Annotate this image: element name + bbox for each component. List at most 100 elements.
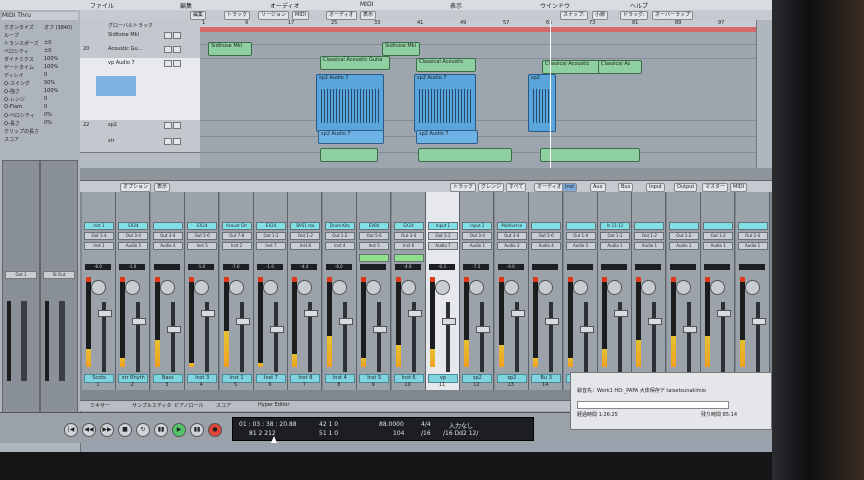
strip-audio-slot[interactable]: Audio 5 [565, 242, 596, 250]
channel-strip[interactable]: Out 1-2Audio 1Bu 617 [632, 192, 667, 390]
pan-knob[interactable] [194, 280, 210, 295]
track-mute-button[interactable] [164, 32, 172, 39]
param-value[interactable]: ±0 [44, 48, 51, 54]
pan-knob[interactable] [331, 280, 347, 295]
param-value[interactable]: 0% [44, 120, 52, 126]
param-value[interactable]: オフ (3840) [44, 24, 72, 31]
pan-knob[interactable] [710, 280, 726, 295]
channel-strip[interactable]: EVB4 Out 5-6 Inst 5 Inst 59 [357, 192, 392, 390]
inspector-param[interactable]: Q-Flam 0 [4, 104, 47, 110]
param-value[interactable]: 100% [44, 56, 58, 62]
strip-out-slot[interactable]: Out 3-4 [118, 232, 149, 240]
mixer-filter-button[interactable]: グレンジ [478, 183, 505, 192]
inspector-param[interactable]: Q-長さ 0% [4, 120, 52, 127]
pan-knob[interactable] [572, 280, 588, 295]
strip-io-slot[interactable]: Acoust Gtr [221, 222, 252, 230]
channel-strip[interactable]: Multiverse Out 3-4 Audio 3 -0.0 sp2 13 [494, 192, 529, 390]
pan-knob[interactable] [469, 280, 485, 295]
strip-audio-slot[interactable]: Audio 1 [703, 242, 734, 250]
volume-fader-track[interactable] [170, 302, 175, 372]
track-name[interactable]: vp Audio 7 [108, 60, 135, 66]
volume-fader-handle[interactable] [545, 318, 560, 325]
inspector-param[interactable]: トランスポーズ ±0 [4, 40, 51, 47]
strip-out-slot[interactable]: Out 1-4 [737, 232, 768, 240]
arrange-menu-button[interactable]: リージョン [258, 11, 289, 20]
fast-forward-button[interactable]: ▶▶ [100, 423, 114, 437]
strip-audio-slot[interactable]: Audio 1 [737, 242, 768, 250]
pan-knob[interactable] [125, 280, 141, 295]
param-value[interactable]: 0% [44, 112, 52, 118]
menu-item[interactable]: MIDI [360, 1, 373, 8]
inspector-param[interactable]: スコア [4, 136, 19, 143]
region[interactable]: sp2 [528, 74, 556, 132]
track-solo-button[interactable] [173, 60, 181, 67]
pan-knob[interactable] [435, 280, 450, 295]
volume-fader-track[interactable] [342, 302, 347, 372]
snap-select[interactable]: 小節 [592, 11, 609, 20]
pane-divider[interactable] [80, 168, 772, 180]
strip-io-slot[interactable]: Input 1 [428, 222, 458, 230]
strip-audio-slot[interactable]: Audio 1 [600, 242, 630, 250]
mixer-filter-button[interactable]: Aux [590, 183, 606, 192]
volume-fader-handle[interactable] [166, 326, 181, 333]
channel-strip[interactable]: Out 1-4Audio 5Bu 415 [563, 192, 598, 390]
track-solo-button[interactable] [173, 122, 181, 129]
volume-fader-track[interactable] [652, 302, 657, 372]
track-header[interactable]: vp Audio 7 [80, 58, 200, 121]
strip-io-slot[interactable]: BVS1 mo [290, 222, 321, 230]
strip-audio-slot[interactable]: Inst 2 [221, 242, 252, 250]
mixer-filter-button[interactable]: オーディオ [534, 183, 565, 192]
menu-item[interactable]: ファイル [90, 1, 114, 10]
arrange-menu-button[interactable]: トラック [224, 11, 251, 20]
strip-out-slot[interactable]: Out 3-4 [393, 232, 424, 240]
track-mute-button[interactable] [164, 122, 172, 129]
volume-fader-track[interactable] [446, 302, 450, 372]
region[interactable]: Siditsise Mkl [382, 42, 420, 56]
volume-fader-handle[interactable] [201, 310, 216, 317]
mixer-filter-button[interactable]: Inst [562, 183, 578, 192]
track-lane[interactable] [200, 58, 756, 121]
region[interactable]: Siditsise Mkl [208, 42, 252, 56]
mixer-filter-button[interactable]: Bus [618, 183, 634, 192]
strip-io-slot[interactable] [565, 222, 596, 230]
channel-strip[interactable]: BVS1 mo Out 1-2 Inst 8 -4.4 Inst 87 [288, 192, 323, 390]
channel-strip[interactable]: EX24 Out 3-4 Audio 5 -1.0 str Rhyth 2 [116, 192, 151, 390]
strip-audio-slot[interactable]: Inst 4 [324, 242, 355, 250]
automation-read-slot[interactable] [393, 254, 424, 262]
strip-audio-slot[interactable]: Audio 1 [668, 242, 699, 250]
strip-io-slot[interactable] [634, 222, 665, 230]
track-lane[interactable] [200, 120, 756, 137]
strip-audio-slot[interactable]: Inst 5 [187, 242, 218, 250]
mixer-menu-button[interactable]: 表示 [154, 183, 171, 192]
strip-io-slot[interactable] [737, 222, 768, 230]
channel-strip[interactable]: Out 5-6 Audio 4 Bu 3 14 [529, 192, 564, 390]
mixer-filter-button[interactable]: Input [646, 183, 665, 192]
menu-item[interactable]: ウインドウ [540, 1, 570, 10]
track-name[interactable]: Siditsise Mkl [108, 32, 139, 38]
region[interactable]: Classical Acoustic [416, 58, 476, 72]
arrange-area[interactable]: Siditsise Mkl Siditsise Mkl Classical Acou… [200, 32, 756, 169]
channel-strip[interactable]: Input 2 Out 3-4 Audio 1 -7.5 sp2 12 [460, 192, 495, 390]
strip-out-slot[interactable]: Out 5-6 [531, 232, 562, 240]
strip-out-slot[interactable]: Out 5-6 [187, 232, 218, 240]
strip-audio-slot[interactable]: Audio 4 [152, 242, 183, 250]
track-name[interactable]: グローバルトラック [108, 22, 153, 29]
channel-strip[interactable]: Out 1-4Audio 1Bu 920 [735, 192, 770, 390]
strip-io-slot[interactable]: Input 2 [462, 222, 493, 230]
strip-out-slot[interactable]: Out 1-2 [600, 232, 630, 240]
drag-select[interactable]: オーバーラップ [652, 11, 693, 20]
inspector-param[interactable]: ベロシティ ±0 [4, 48, 51, 55]
volume-fader-handle[interactable] [132, 318, 147, 325]
pan-knob[interactable] [607, 280, 622, 295]
channel-strip[interactable]: Out 3-4 Audio 4 Bass 3 [150, 192, 185, 390]
strip-out-slot[interactable]: Out 1-2 [290, 232, 321, 240]
channel-strip[interactable]: In 11-12Out 1-2Audio 1Bu 516 [598, 192, 632, 390]
pan-knob[interactable] [641, 280, 657, 295]
volume-fader-track[interactable] [686, 302, 691, 372]
inspector-param[interactable]: ダイナミクス 100% [4, 56, 58, 63]
channel-strip[interactable]: EX24 Out 1-2 Inst 7 -1.0 Inst 76 [254, 192, 288, 390]
strip-audio-slot[interactable]: Inst 7 [256, 242, 286, 250]
strip-out-slot[interactable]: Out 3-4 [462, 232, 493, 240]
mixer-filter-button[interactable]: すべて [506, 183, 527, 192]
track-header[interactable]: Siditsise Mkl [80, 30, 200, 45]
